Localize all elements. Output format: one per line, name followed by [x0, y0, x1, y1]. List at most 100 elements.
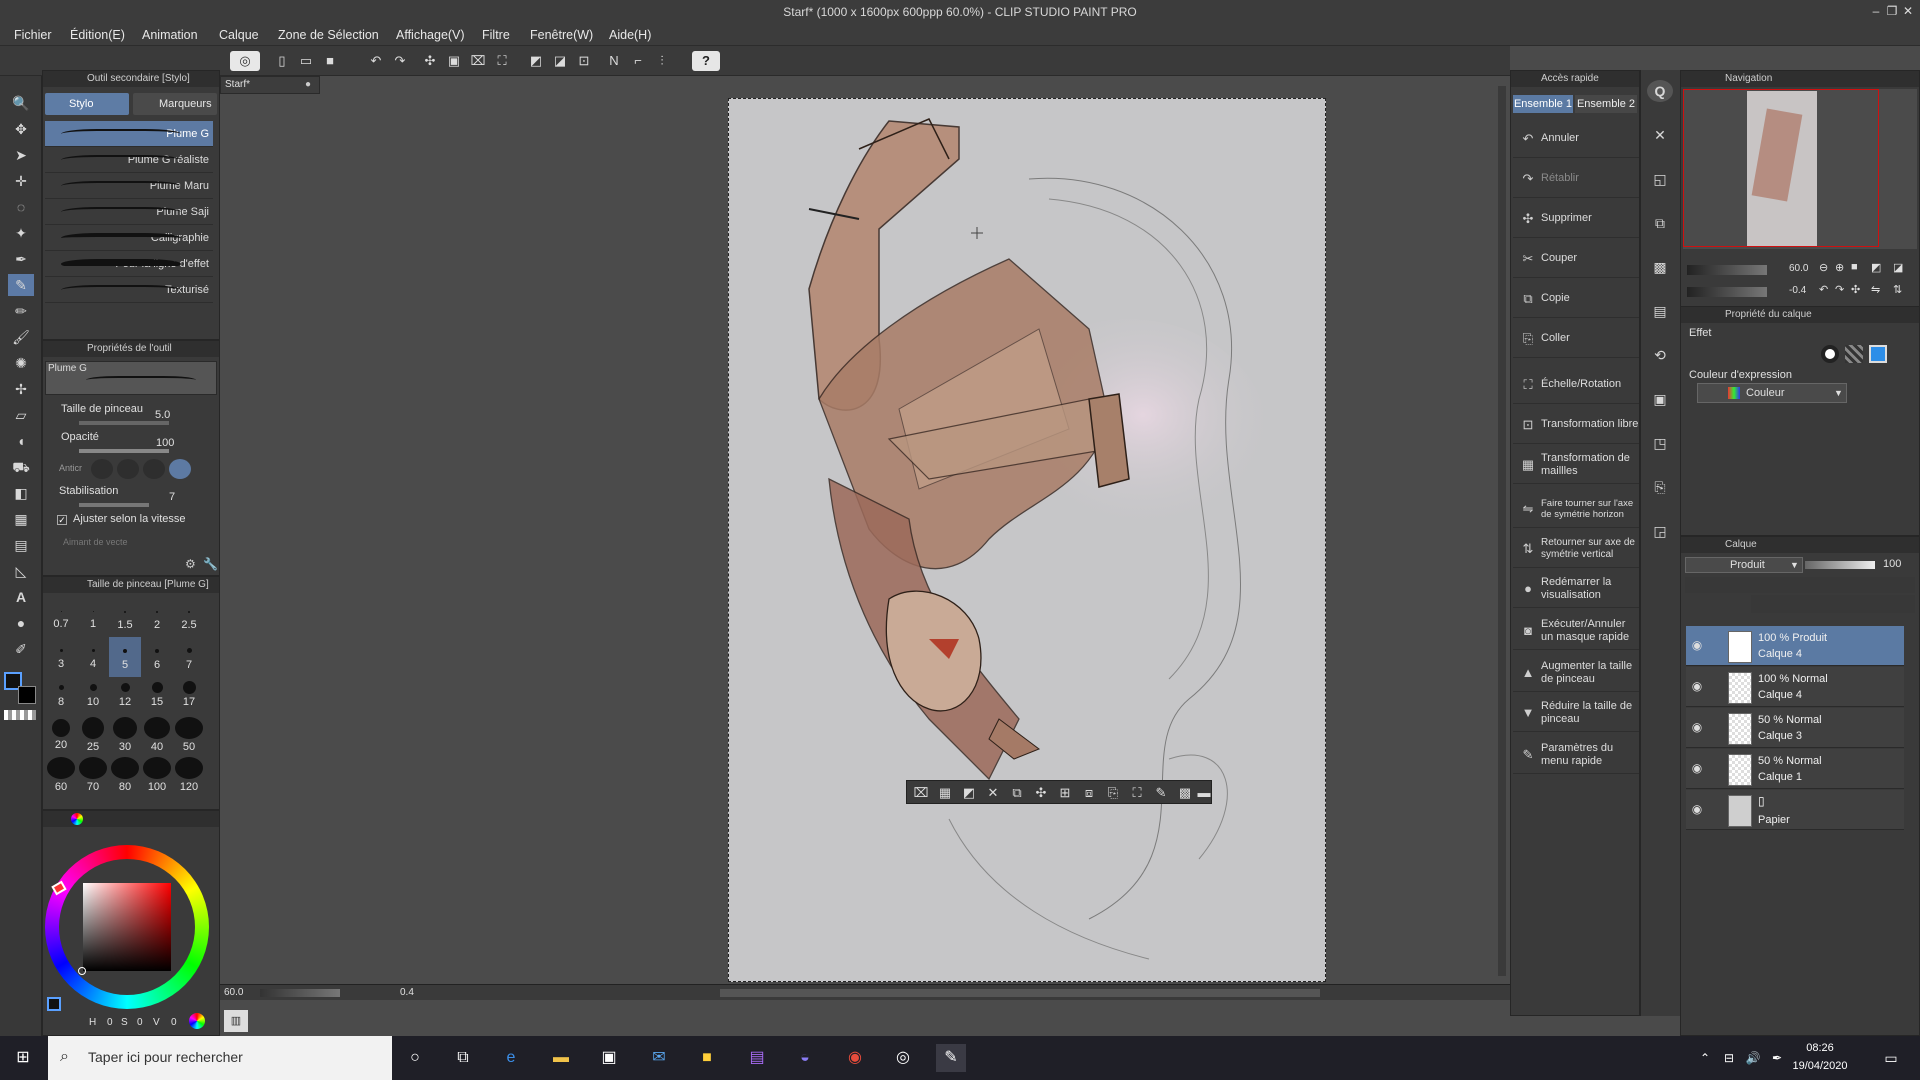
layer-row[interactable]: ◉ 50 % Normal Calque 3 [1686, 708, 1904, 748]
launcher-fill-icon[interactable]: ◩ [959, 783, 979, 803]
launcher-transform-icon[interactable]: ⛶ [1127, 783, 1147, 803]
antialias-none[interactable] [91, 459, 113, 479]
size-cell[interactable]: 2.5 [173, 597, 205, 637]
undo-toolbar-icon[interactable]: ↶ [366, 51, 386, 71]
redo-toolbar-icon[interactable]: ↷ [390, 51, 410, 71]
qa-annuler[interactable]: ↶ Annuler [1513, 120, 1639, 158]
brush-plume-g[interactable]: Plume G [45, 121, 213, 147]
transform-icon[interactable]: ⛶ [492, 51, 512, 71]
task-view-icon[interactable]: ⧉ [448, 1044, 478, 1072]
layer-row[interactable]: ◉ ▯ Papier [1686, 790, 1904, 830]
figure-tool-icon[interactable]: ▦ [8, 508, 34, 530]
antialias-strong[interactable] [169, 459, 191, 479]
brush-size-slider[interactable] [79, 421, 169, 425]
launcher-pen-icon[interactable]: ✎ [1151, 783, 1171, 803]
angle-value[interactable]: 0.4 [400, 987, 414, 998]
brush-texturise[interactable]: Texturisé [45, 277, 213, 303]
new-file-icon[interactable]: ▯ [272, 51, 292, 71]
eye-icon[interactable]: ◉ [1690, 720, 1704, 734]
operation-tool-icon[interactable]: ➤ [8, 144, 34, 166]
transparent-color-swatch[interactable] [4, 710, 36, 720]
help-icon[interactable]: ? [692, 51, 720, 71]
nav-zoom-slider[interactable] [1687, 265, 1767, 275]
qa-decrease-brush[interactable]: ▼ Réduire la taille de pinceau [1513, 694, 1639, 732]
qa-transformation-mailles[interactable]: ▦ Transformation de maillles [1513, 446, 1639, 484]
subview-icon[interactable]: ▣ [1647, 388, 1673, 410]
chrome-icon[interactable]: ◉ [840, 1044, 870, 1072]
color-mode-icon[interactable] [189, 1013, 205, 1029]
eye-icon[interactable]: ◉ [1690, 679, 1704, 693]
eyedropper-icon[interactable]: ✒ [8, 248, 34, 270]
speed-adjust-checkbox[interactable]: ✓ [57, 515, 67, 525]
qa-quick-mask[interactable]: ◙ Exécuter/Annuler un masque rapide [1513, 612, 1639, 650]
zoom-tool-icon[interactable]: 🔍 [8, 92, 34, 114]
info-icon[interactable]: ◲ [1647, 520, 1673, 542]
launcher-pattern-icon[interactable]: ▩ [1175, 783, 1195, 803]
size-cell[interactable]: 60 [45, 757, 77, 797]
pen-tray-icon[interactable]: ✒ [1762, 1044, 1792, 1072]
qa-retablir[interactable]: ↷ Rétablir [1513, 160, 1639, 198]
lasso-tool-icon[interactable]: ◌ [8, 196, 34, 218]
value-value[interactable]: 0 [171, 1017, 177, 1028]
main-color-chip[interactable] [47, 997, 61, 1011]
qa-settings[interactable]: ✎ Paramètres du menu rapide [1513, 736, 1639, 774]
search-box[interactable]: ⌕ Taper ici pour rechercher [48, 1036, 392, 1080]
clip-studio-icon[interactable]: ◎ [230, 51, 260, 71]
eye-icon[interactable]: ◉ [1690, 638, 1704, 652]
size-cell[interactable]: 4 [77, 637, 109, 677]
brush-calligraphie[interactable]: Calligraphie [45, 225, 213, 251]
sub-color-swatch[interactable] [18, 686, 36, 704]
menu-filtre[interactable]: Filtre [482, 28, 510, 42]
zoom-value[interactable]: 60.0 [224, 987, 243, 998]
size-cell[interactable]: 20 [45, 717, 77, 757]
brush-tool-icon[interactable]: 🖌 [8, 326, 34, 348]
save-icon[interactable]: ■ [320, 51, 340, 71]
launcher-copy-icon[interactable]: ⧉ [1007, 783, 1027, 803]
qa-couper[interactable]: ✂ Couper [1513, 240, 1639, 278]
clear-icon[interactable]: ✣ [420, 51, 440, 71]
airbrush-icon[interactable]: ✺ [8, 352, 34, 374]
size-cell[interactable]: 40 [141, 717, 173, 757]
windows-start-icon[interactable]: ⊞ [8, 1044, 38, 1072]
launcher-clear-icon[interactable]: ⌧ [911, 783, 931, 803]
opacity-value[interactable]: 100 [156, 437, 174, 449]
nav-flip-icon[interactable]: ◩ [1871, 261, 1881, 274]
launcher-layer-icon[interactable]: ⧈ [1079, 783, 1099, 803]
horizontal-scrollbar[interactable] [720, 989, 1320, 997]
opacity-slider[interactable] [79, 449, 169, 453]
tool-settings-icon[interactable]: ⚙ [185, 557, 196, 571]
expression-color-select[interactable]: Couleur ▼ [1697, 383, 1847, 403]
hue-marker[interactable] [51, 880, 67, 896]
clip-studio-paint-taskbar-icon[interactable]: ✎ [936, 1044, 966, 1072]
layer-move-icon[interactable]: ✛ [8, 170, 34, 192]
size-cell[interactable]: 30 [109, 717, 141, 757]
size-cell[interactable]: 3 [45, 637, 77, 677]
frame-tool-icon[interactable]: ▤ [8, 534, 34, 556]
brush-size-value[interactable]: 5.0 [155, 409, 170, 421]
launcher-shrink-icon[interactable]: ⊞ [1055, 783, 1075, 803]
notification-icon[interactable]: ▭ [1876, 1044, 1906, 1072]
size-cell[interactable]: 50 [173, 717, 205, 757]
stabilization-value[interactable]: 7 [169, 491, 175, 503]
file-explorer-icon[interactable]: ▬ [546, 1044, 576, 1072]
hue-value[interactable]: 0 [107, 1017, 113, 1028]
timeline-icon[interactable]: ▥ [224, 1010, 248, 1032]
qa-echelle-rotation[interactable]: ⛶ Échelle/Rotation [1513, 366, 1639, 404]
color-wheel-tab-icon[interactable] [71, 813, 83, 825]
nav-flip-h-icon[interactable]: ⇋ [1871, 283, 1880, 296]
mail-icon[interactable]: ✉ [644, 1044, 674, 1072]
qa-flip-vertical[interactable]: ⇅ Retourner sur axe de symétrie vertical [1513, 530, 1639, 568]
size-cell[interactable]: 10 [77, 677, 109, 717]
qa-increase-brush[interactable]: ▲ Augmenter la taille de pinceau [1513, 654, 1639, 692]
saturation-value[interactable]: 0 [137, 1017, 143, 1028]
ruler-icon[interactable]: N [604, 51, 624, 71]
brush-plume-maru[interactable]: Plume Maru [45, 173, 213, 199]
brush-plume-saji[interactable]: Plume Saji [45, 199, 213, 225]
launcher-cut-icon[interactable]: ✕ [983, 783, 1003, 803]
launcher-expand-icon[interactable]: ✣ [1031, 783, 1051, 803]
nav-rotate-right-icon[interactable]: ↷ [1835, 283, 1844, 296]
balloon-tool-icon[interactable]: ● [8, 612, 34, 634]
eye-icon[interactable]: ◉ [1690, 802, 1704, 816]
nav-mirror-icon[interactable]: ◪ [1893, 261, 1903, 274]
clip-studio-taskbar-icon[interactable]: ◎ [888, 1044, 918, 1072]
